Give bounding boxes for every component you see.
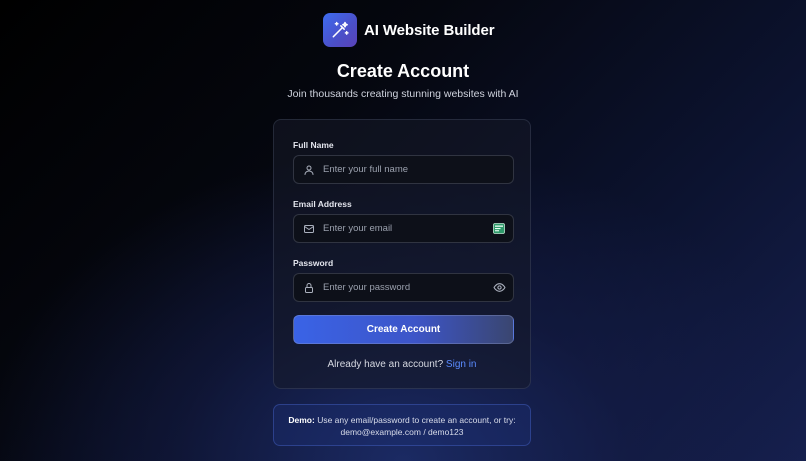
user-icon [302, 163, 315, 176]
signin-row: Already have an account? Sign in [274, 359, 530, 370]
password-field[interactable] [293, 273, 514, 302]
demo-line: Demo: Use any email/password to create a… [274, 414, 530, 426]
demo-text: Use any email/password to create an acco… [317, 415, 516, 425]
lock-icon [302, 281, 315, 294]
brand: AI Website Builder [323, 13, 495, 47]
password-label: Password [293, 258, 334, 268]
signin-prompt: Already have an account? [327, 359, 444, 370]
signin-link[interactable]: Sign in [446, 359, 477, 370]
full-name-label: Full Name [293, 140, 334, 150]
brand-name: AI Website Builder [364, 21, 495, 39]
autofill-card-icon[interactable] [492, 222, 506, 236]
demo-notice: Demo: Use any email/password to create a… [273, 404, 531, 446]
email-field[interactable] [293, 214, 514, 243]
create-account-button[interactable]: Create Account [293, 315, 514, 344]
page-title: Create Account [336, 61, 470, 81]
signup-form: Full Name Email Address Pass [273, 119, 531, 389]
full-name-field[interactable] [293, 155, 514, 184]
email-input[interactable] [323, 215, 492, 242]
email-label: Email Address [293, 199, 352, 209]
password-input[interactable] [323, 274, 492, 301]
mail-icon [302, 222, 315, 235]
page-subtitle: Join thousands creating stunning website… [287, 88, 519, 100]
magic-wand-icon [323, 13, 357, 47]
eye-icon[interactable] [492, 281, 506, 295]
demo-credentials: demo@example.com / demo123 [340, 427, 464, 437]
demo-lead: Demo: [288, 415, 315, 425]
full-name-input[interactable] [323, 156, 513, 183]
